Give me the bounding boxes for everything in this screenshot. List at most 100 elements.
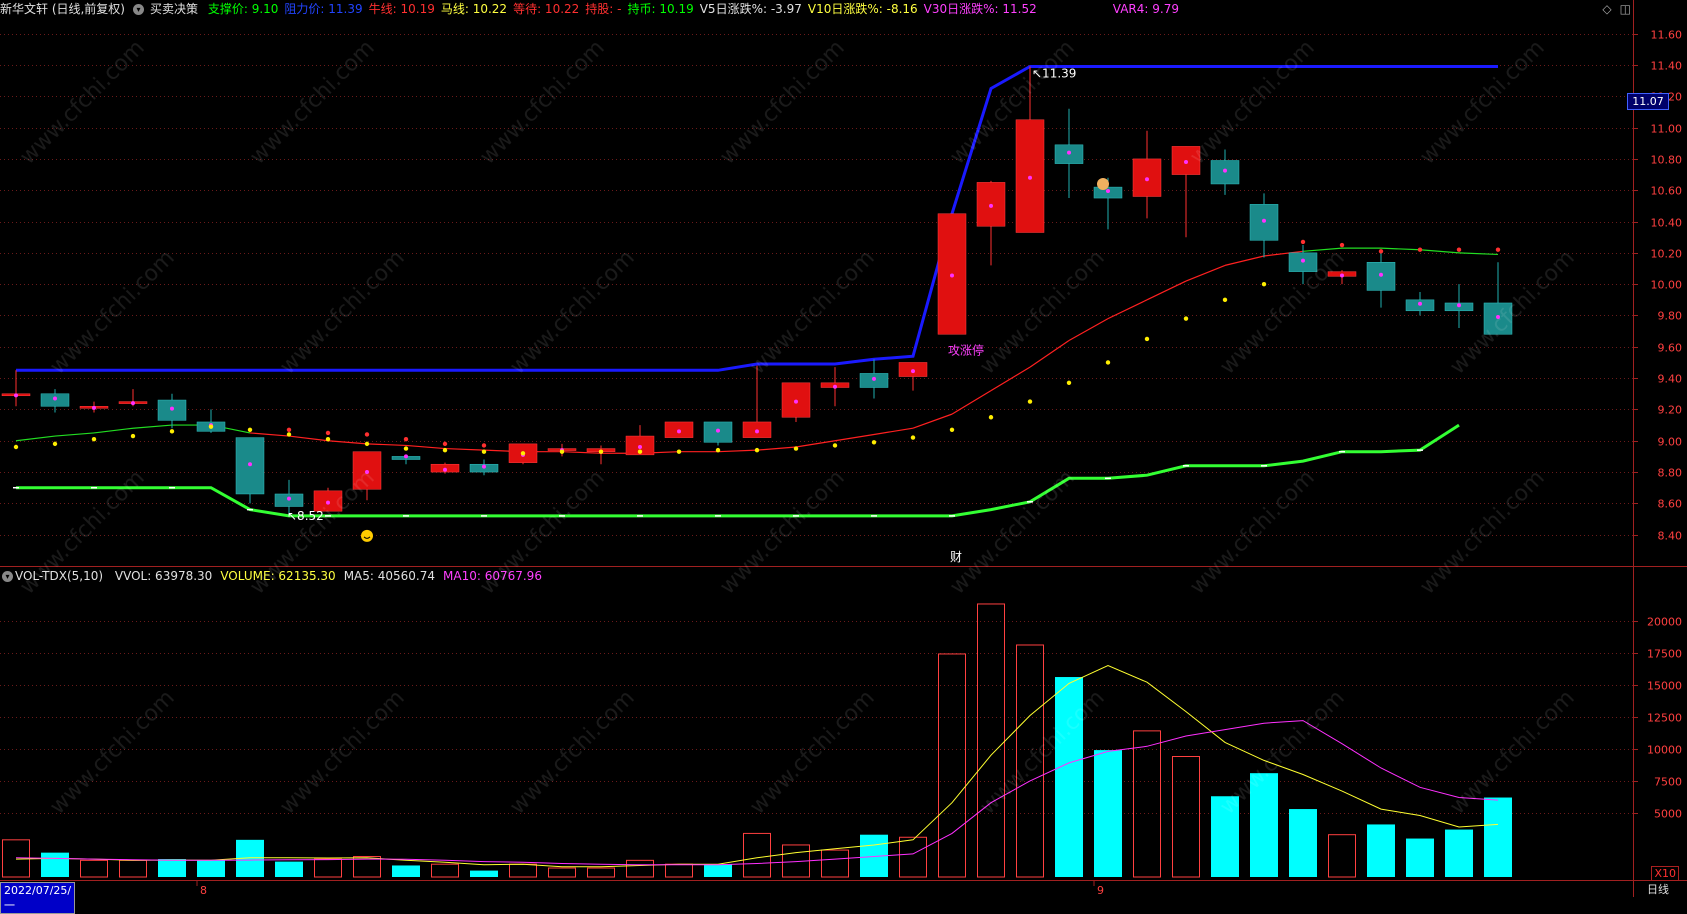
bull-line-segment xyxy=(1068,318,1109,342)
price-tick-label: 9.00 xyxy=(1658,436,1683,449)
yellow-dot xyxy=(988,415,994,420)
red-dot xyxy=(1339,242,1345,248)
volume-header: ▾ VOL-TDX(5,10) VVOL: 63978.30 VOLUME: 621… xyxy=(0,567,558,585)
red-dot xyxy=(1300,239,1306,245)
bull-line-segment xyxy=(1185,264,1226,282)
yellow-dot xyxy=(1066,380,1072,386)
price-tick-label: 11.60 xyxy=(1651,29,1683,42)
yellow-dot xyxy=(793,446,799,451)
bull-line-segment xyxy=(834,433,875,442)
volume-menu-icon[interactable]: ▾ xyxy=(2,571,13,582)
candle-mid-dot xyxy=(326,500,330,505)
candle-mid-dot xyxy=(677,429,681,434)
price-tick-label: 9.80 xyxy=(1658,310,1683,323)
volume-bar xyxy=(314,858,342,878)
header-item-7: V5日涨跌%: -3.97 xyxy=(699,2,802,16)
volume-bar xyxy=(899,836,927,878)
pointing-hand-icon xyxy=(1097,177,1109,190)
volume-bar xyxy=(470,870,498,877)
yellow-dot xyxy=(1261,281,1267,287)
volume-bar xyxy=(392,865,420,877)
yellow-dot xyxy=(520,451,526,456)
support-line xyxy=(16,423,1460,518)
volume-bar xyxy=(1289,809,1317,877)
stock-chart[interactable]: 11.6011.4011.2011.0010.8010.6010.4010.20… xyxy=(0,0,1687,897)
bull-line-segment xyxy=(249,432,290,437)
candle-mid-dot xyxy=(1301,258,1305,263)
x10-badge[interactable]: X10 xyxy=(1651,866,1679,881)
red-dot xyxy=(286,427,292,432)
red-dot xyxy=(442,441,448,447)
volume-tick-label: 17500 xyxy=(1647,648,1682,661)
yellow-dot xyxy=(637,449,643,454)
yellow-dot xyxy=(247,427,253,432)
low-price-label: ↖8.52 xyxy=(287,509,324,523)
candle-mid-dot xyxy=(794,399,798,404)
window-controls: ◇ ◫ xyxy=(1594,2,1631,16)
volume-bar xyxy=(626,859,654,878)
red-dot xyxy=(1495,247,1501,252)
red-dot xyxy=(481,443,487,448)
candle-mid-dot xyxy=(716,428,720,433)
bull-line-segment xyxy=(1224,255,1265,266)
candle-mid-dot xyxy=(14,393,18,398)
yellow-dot xyxy=(364,441,370,447)
candle-mid-dot xyxy=(1106,189,1110,194)
bull-line-segment xyxy=(873,427,914,436)
yellow-dot xyxy=(325,436,331,442)
yellow-dot xyxy=(169,429,175,434)
yellow-dot xyxy=(949,427,955,432)
price-tick-label: 10.40 xyxy=(1651,217,1683,230)
restore-icon[interactable]: ◫ xyxy=(1620,2,1631,16)
bull-line-segment xyxy=(1029,340,1070,368)
diamond-icon[interactable]: ◇ xyxy=(1602,2,1611,16)
bull-line-segment xyxy=(1302,247,1343,252)
candle-mid-dot xyxy=(1457,303,1461,308)
candle-mid-dot xyxy=(638,445,642,450)
volume-bar xyxy=(275,861,303,877)
candle-mid-dot xyxy=(1145,177,1149,182)
yellow-dot xyxy=(910,435,916,440)
price-tick-label: 10.00 xyxy=(1651,279,1683,292)
volume-bar xyxy=(41,852,69,877)
volume-bar xyxy=(704,864,732,877)
candle-mid-dot xyxy=(443,467,447,472)
volume-bar xyxy=(587,867,615,878)
candle-mid-dot xyxy=(989,203,993,208)
yellow-dot xyxy=(1222,297,1228,303)
volume-bar xyxy=(1250,773,1278,877)
cai-label: 财 xyxy=(950,550,962,564)
volume-bar xyxy=(80,859,108,878)
bull-line-segment xyxy=(951,390,992,415)
yellow-dot xyxy=(403,446,409,451)
indicator-name: 买卖决策 xyxy=(150,2,199,16)
yellow-dot xyxy=(13,444,19,450)
candle-mid-dot xyxy=(1262,218,1266,223)
volume-bar xyxy=(1016,644,1044,878)
indicator-menu-icon[interactable]: ▾ xyxy=(133,4,144,15)
period-label[interactable]: 日线 xyxy=(1647,882,1669,897)
candle-mid-dot xyxy=(833,384,837,389)
red-dot xyxy=(403,436,409,442)
bull-line-segment xyxy=(444,447,485,451)
header-item-8: V10日涨跌%: -8.16 xyxy=(807,2,918,16)
price-tick-label: 11.00 xyxy=(1651,123,1683,136)
volume-tick-label: 12500 xyxy=(1647,712,1682,725)
header-item-2: 牛线: 10.19 xyxy=(368,2,435,16)
x-tick-label: 8 xyxy=(200,884,207,897)
price-tick-label: 10.80 xyxy=(1651,154,1683,167)
yellow-dot xyxy=(559,449,565,454)
red-dot xyxy=(1378,249,1384,254)
candle-mid-dot xyxy=(1340,273,1344,278)
bull-line-segment xyxy=(1146,280,1187,301)
volume-bar xyxy=(821,849,849,878)
yellow-dot xyxy=(598,449,604,454)
red-dot xyxy=(1417,247,1423,252)
price-tick-label: 10.20 xyxy=(1651,248,1683,261)
price-tick-label: 9.20 xyxy=(1658,404,1683,417)
volume-item-1: VOLUME: 62135.30 xyxy=(220,569,336,583)
header-item-10: VAR4: 9.79 xyxy=(1112,2,1179,16)
yellow-dot xyxy=(442,447,448,453)
volume-bar xyxy=(1328,834,1356,878)
volume-bar xyxy=(743,832,771,878)
